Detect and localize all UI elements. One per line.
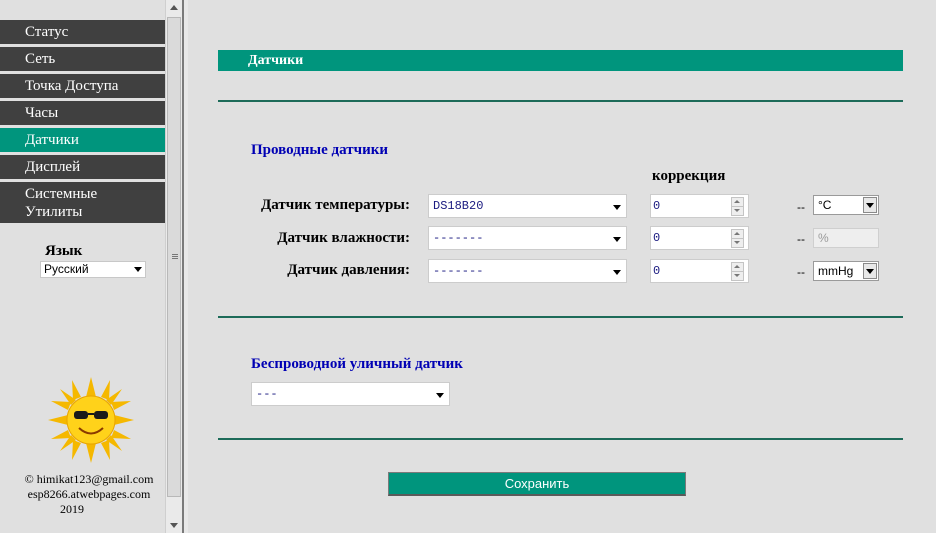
correction-header: коррекция <box>652 168 726 184</box>
humidity-unit-dash: -- <box>797 232 805 246</box>
chevron-down-icon <box>436 393 444 398</box>
temperature-unit-select[interactable]: °C <box>813 195 879 215</box>
chevron-down-icon <box>613 205 621 210</box>
temperature-correction-value: 0 <box>653 199 661 213</box>
humidity-correction-value: 0 <box>653 231 661 245</box>
chevron-down-icon <box>863 263 877 279</box>
pressure-sensor-label: Датчик давления: <box>287 262 410 278</box>
humidity-sensor-value: ------- <box>433 231 484 245</box>
scroll-thumb[interactable] <box>167 17 181 497</box>
pressure-sensor-value: ------- <box>433 264 484 278</box>
menu-item-sensors[interactable]: Датчики <box>0 128 165 152</box>
humidity-sensor-label: Датчик влажности: <box>277 230 410 246</box>
menu-item-network[interactable]: Сеть <box>0 47 165 71</box>
pressure-unit-value: mmHg <box>818 264 854 278</box>
humidity-correction-input[interactable]: 0 <box>650 226 749 250</box>
wireless-sensor-select[interactable]: --- <box>251 382 450 406</box>
menu-item-status[interactable]: Статус <box>0 20 165 44</box>
language-label: Язык <box>45 243 83 259</box>
temperature-unit-value: °C <box>818 198 832 212</box>
chevron-down-icon <box>863 197 877 213</box>
scroll-up-icon[interactable] <box>170 5 178 10</box>
chevron-down-icon <box>613 237 621 242</box>
menu-item-access-point[interactable]: Точка Доступа <box>0 74 165 98</box>
divider <box>218 316 903 318</box>
save-button[interactable]: Сохранить <box>388 472 686 496</box>
menu-item-clock[interactable]: Часы <box>0 101 165 125</box>
temperature-sensor-label: Датчик температуры: <box>260 197 410 213</box>
footer-site: esp8266.atwebpages.com <box>27 487 151 501</box>
language-select-value: Русский <box>44 262 89 276</box>
pressure-correction-input[interactable]: 0 <box>650 259 749 283</box>
spin-down-icon[interactable] <box>731 271 744 281</box>
spin-down-icon[interactable] <box>731 238 744 248</box>
chevron-down-icon <box>613 270 621 275</box>
pressure-unit-select[interactable]: mmHg <box>813 261 879 281</box>
temperature-sensor-select[interactable]: DS18B20 <box>428 194 627 218</box>
humidity-sensor-select[interactable]: ------- <box>428 226 627 250</box>
pressure-sensor-select[interactable]: ------- <box>428 259 627 283</box>
wired-sensors-title: Проводные датчики <box>251 142 389 158</box>
footer-email: © himikat123@gmail.com <box>24 472 154 486</box>
menu-item-display[interactable]: Дисплей <box>0 155 165 179</box>
scroll-down-icon[interactable] <box>170 523 178 528</box>
temperature-correction-input[interactable]: 0 <box>650 194 749 218</box>
wireless-sensor-title: Беспроводной уличный датчик <box>251 356 463 372</box>
spin-down-icon[interactable] <box>731 206 744 216</box>
footer-year: 2019 <box>60 502 84 516</box>
divider <box>218 438 903 440</box>
humidity-unit-value: % <box>818 231 829 245</box>
wireless-sensor-value: --- <box>256 387 278 401</box>
divider <box>218 100 903 102</box>
pressure-unit-dash: -- <box>797 265 805 279</box>
pressure-correction-value: 0 <box>653 264 661 278</box>
temperature-sensor-value: DS18B20 <box>433 199 484 213</box>
sun-with-sunglasses-icon <box>48 377 134 463</box>
humidity-unit-field: % <box>813 228 879 248</box>
temperature-unit-dash: -- <box>797 200 805 214</box>
page-title: Датчики <box>218 50 903 71</box>
